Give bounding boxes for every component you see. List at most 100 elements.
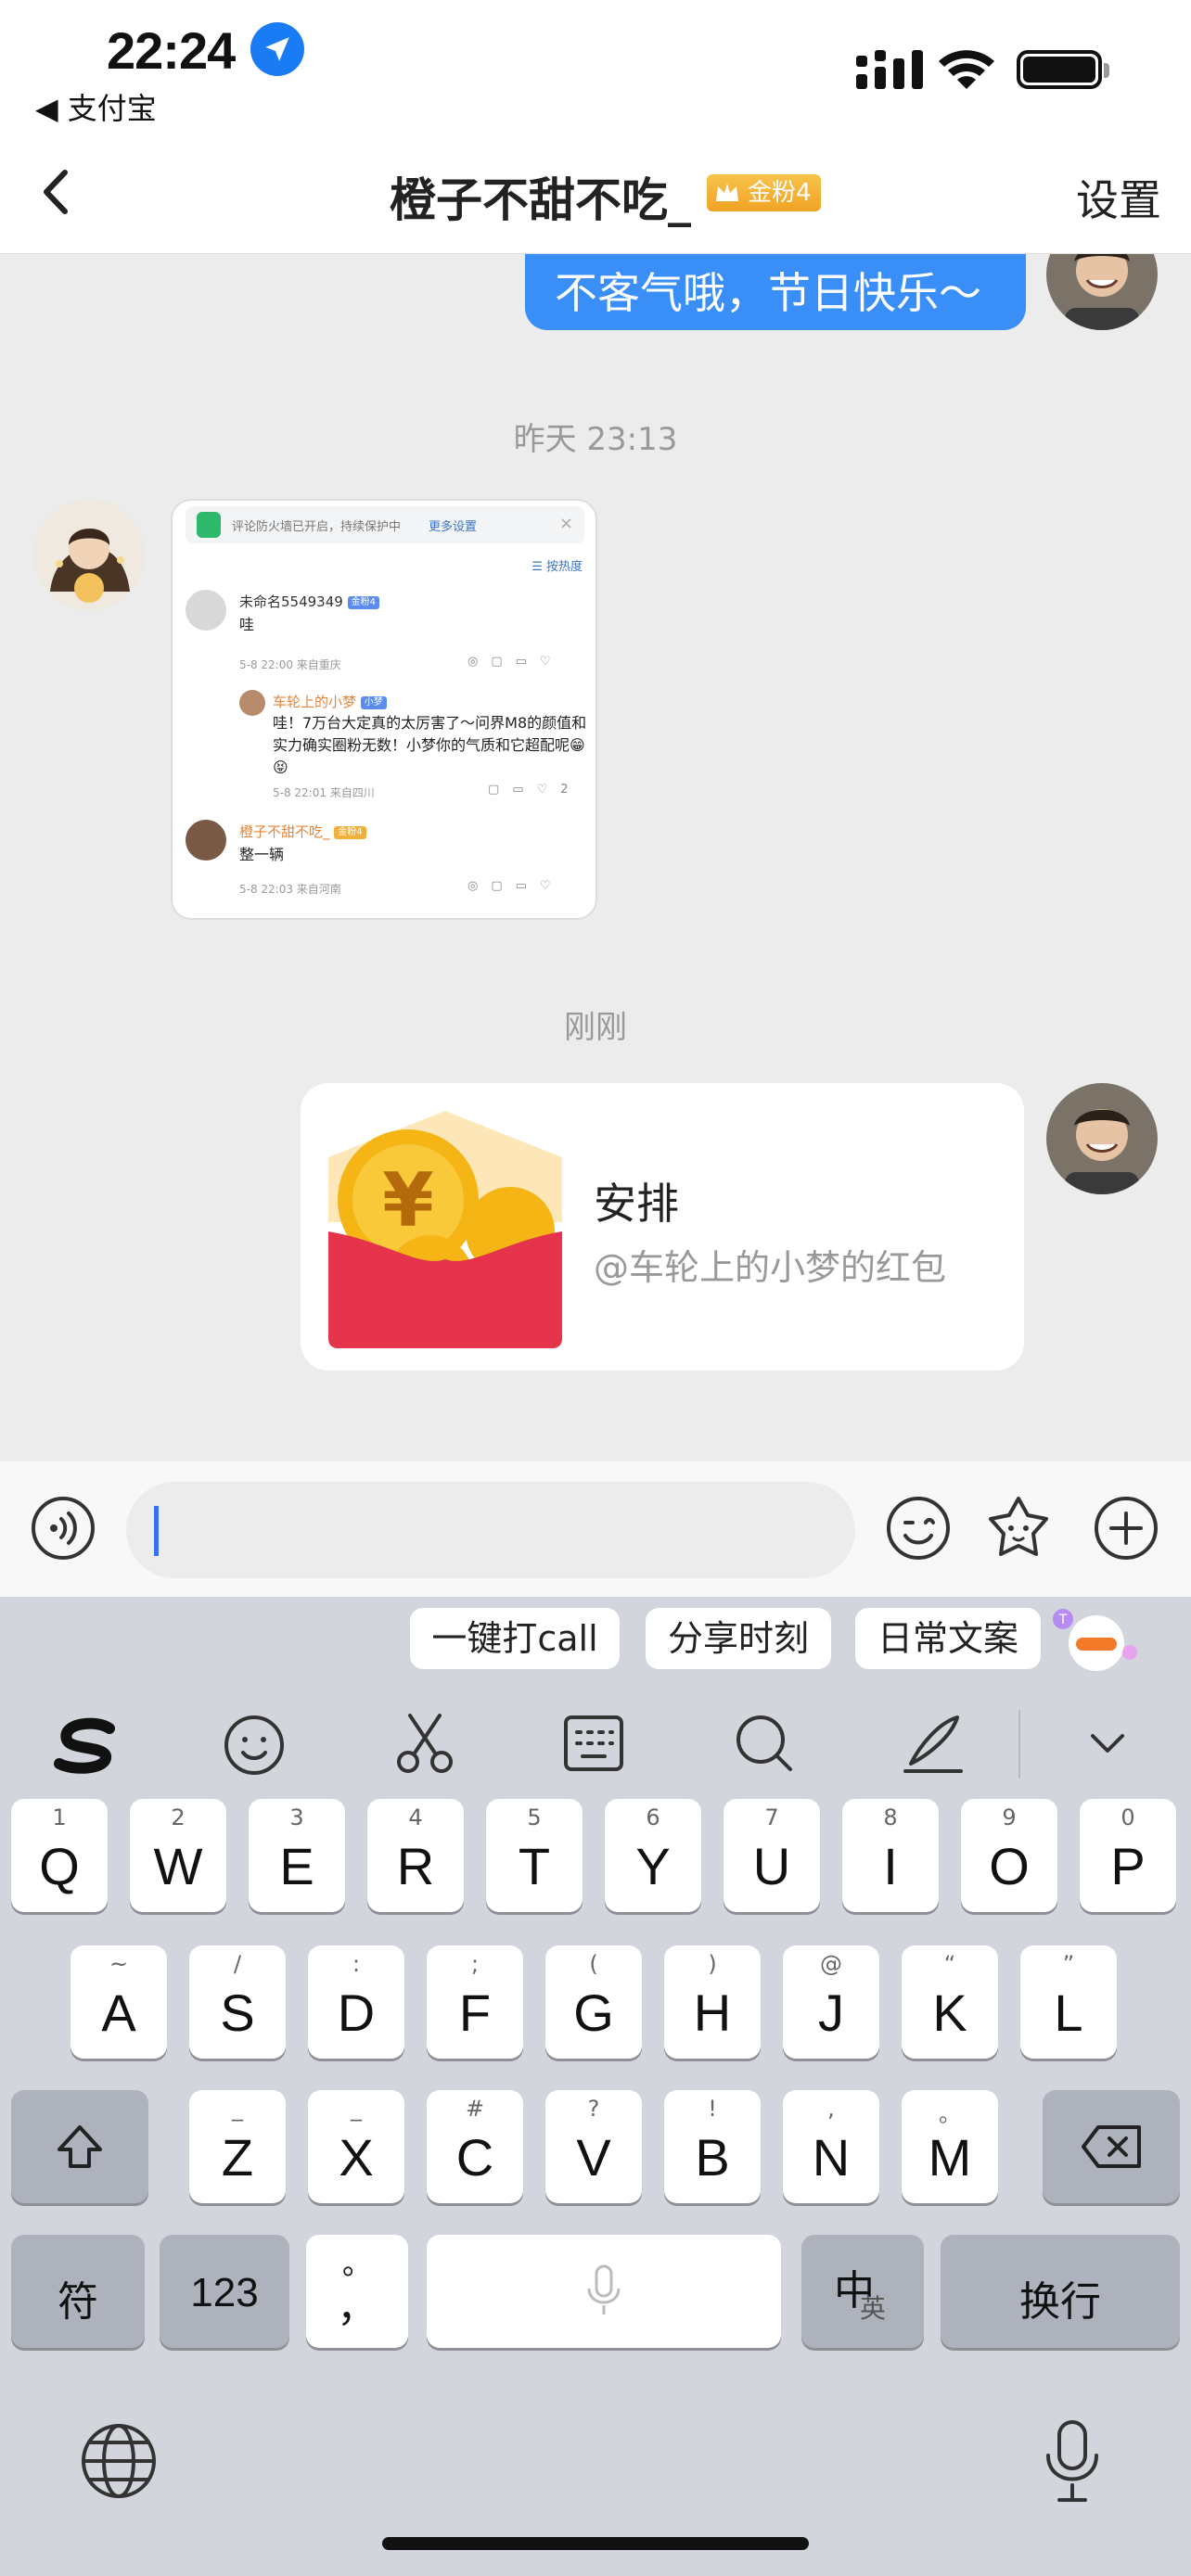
back-arrow-icon[interactable]: [28, 159, 93, 224]
message-input[interactable]: [126, 1482, 855, 1578]
my-avatar[interactable]: [1046, 1083, 1158, 1194]
key-label: M: [928, 2128, 972, 2187]
message-text: 不客气哦，节日快乐～: [555, 268, 981, 318]
handwriting-icon[interactable]: [896, 1706, 970, 1780]
mascot-icon[interactable]: T: [1048, 1602, 1141, 1677]
symbols-key[interactable]: 符: [11, 2235, 145, 2348]
key-hint: 9: [1002, 1804, 1017, 1830]
shift-key[interactable]: [11, 2090, 148, 2203]
my-avatar[interactable]: [1046, 254, 1158, 330]
voice-input-icon[interactable]: [30, 1495, 96, 1562]
chip-daily[interactable]: 日常文案: [855, 1608, 1041, 1669]
friend-avatar[interactable]: [33, 499, 145, 610]
key-l[interactable]: ” L: [1020, 1945, 1117, 2059]
battery-icon: [1017, 50, 1109, 89]
key-w[interactable]: 2W: [130, 1799, 226, 1912]
fan-level-badge: 金粉4: [707, 174, 821, 211]
comment-actions: ◎▢▭♡: [467, 655, 564, 669]
space-key[interactable]: [427, 2235, 781, 2348]
key-t[interactable]: 5T: [486, 1799, 583, 1912]
key-hint: #: [465, 2096, 485, 2122]
sticker-icon[interactable]: [985, 1495, 1052, 1562]
keyboard-layout-icon[interactable]: [557, 1706, 631, 1780]
text-cursor: [154, 1506, 159, 1556]
sent-message-bubble[interactable]: 不客气哦，节日快乐～: [525, 254, 1026, 330]
key-label: S: [220, 1983, 255, 2042]
fan-level-text: 金粉4: [748, 179, 812, 207]
key-b[interactable]: ! B: [664, 2090, 761, 2203]
red-packet-message[interactable]: ¥ 安排 @车轮上的小梦的红包: [301, 1083, 1024, 1371]
key-d[interactable]: :D: [308, 1945, 404, 2059]
key-p[interactable]: 0P: [1080, 1799, 1176, 1912]
key-s[interactable]: / S: [189, 1945, 286, 2059]
reply-text: 哇！7万台大定真的太厉害了～问界M8的颜值和实力确实圈粉无数！小梦你的气质和它超…: [273, 714, 587, 776]
key-n[interactable]: ,N: [783, 2090, 879, 2203]
key-j[interactable]: @ J: [783, 1945, 879, 2059]
key-o[interactable]: 9O: [961, 1799, 1057, 1912]
key-z[interactable]: _ Z: [189, 2090, 286, 2203]
key-i[interactable]: 8I: [842, 1799, 939, 1912]
key-k[interactable]: “K: [902, 1945, 998, 2059]
key-hint: 1: [52, 1804, 67, 1830]
chat-area[interactable]: 不客气哦，节日快乐～ 昨天 23:13 评论防火墙已开启，持续保护中 更多设置 …: [0, 254, 1191, 1461]
shield-icon: [197, 512, 221, 538]
key-label: I: [883, 1837, 898, 1895]
scissors-icon[interactable]: [388, 1706, 462, 1780]
numbers-key[interactable]: 123: [160, 2235, 289, 2348]
key-hint: 4: [408, 1804, 423, 1830]
key-e[interactable]: 3E: [249, 1799, 345, 1912]
settings-button[interactable]: 设置: [1076, 167, 1161, 228]
key-f[interactable]: ; F: [427, 1945, 523, 2059]
key-v[interactable]: ? V: [545, 2090, 642, 2203]
key-q[interactable]: 1Q: [11, 1799, 108, 1912]
key-a[interactable]: ~ A: [70, 1945, 167, 2059]
key-label: B: [695, 2128, 730, 2187]
key-hint: :: [352, 1951, 361, 1977]
home-indicator[interactable]: [382, 2537, 809, 2550]
cellular-signal-icon: [856, 50, 923, 89]
key-c[interactable]: # C: [427, 2090, 523, 2203]
status-bar: 22:24 ◀ 支付宝: [0, 0, 1191, 139]
add-icon[interactable]: [1093, 1495, 1159, 1562]
comment-text: 整一辆: [239, 846, 285, 863]
key-r[interactable]: 4R: [367, 1799, 464, 1912]
key-x[interactable]: _ X: [308, 2090, 404, 2203]
key-hint: @: [820, 1951, 842, 1977]
clock: 22:24: [107, 21, 236, 80]
shared-screenshot-image[interactable]: 评论防火墙已开启，持续保护中 更多设置 × ☰ 按热度 未命名5549349 金…: [171, 499, 597, 920]
chip-call[interactable]: 一键打call: [410, 1608, 620, 1669]
key-hint: (: [589, 1951, 598, 1977]
key-g[interactable]: (G: [545, 1945, 642, 2059]
emoji-keyboard-icon[interactable]: [217, 1706, 291, 1780]
key-label: Q: [39, 1837, 80, 1895]
key-h[interactable]: ) H: [664, 1945, 761, 2059]
key-hint: ,: [827, 2096, 835, 2122]
message-input-bar: [0, 1461, 1191, 1597]
key-u[interactable]: 7U: [724, 1799, 820, 1912]
key-label: U: [752, 1837, 791, 1895]
language-switch-key[interactable]: 中 英: [801, 2235, 924, 2348]
globe-icon[interactable]: [80, 2422, 158, 2500]
chip-share[interactable]: 分享时刻: [646, 1608, 831, 1669]
sogou-logo-icon[interactable]: [48, 1706, 122, 1780]
punctuation-key[interactable]: 。 ，: [306, 2235, 408, 2348]
crown-icon: [716, 184, 738, 201]
key-label: V: [576, 2128, 611, 2187]
key-y[interactable]: 6Y: [605, 1799, 701, 1912]
emoji-icon[interactable]: [885, 1495, 952, 1562]
comment-meta: 5-8 22:00 来自重庆: [239, 658, 341, 671]
dictation-microphone-icon[interactable]: [1043, 2418, 1102, 2504]
key-label: E: [279, 1837, 314, 1895]
chat-header: 橙子不甜不吃_ 金粉4 设置: [0, 139, 1191, 254]
back-to-app-link[interactable]: ◀ 支付宝: [35, 85, 157, 128]
delete-key[interactable]: [1043, 2090, 1180, 2203]
key-label: N: [812, 2128, 851, 2187]
key-hint: 6: [646, 1804, 660, 1830]
search-icon[interactable]: [727, 1706, 801, 1780]
key-hint: _: [232, 2096, 243, 2122]
key-m[interactable]: 。 M: [902, 2090, 998, 2203]
enter-key[interactable]: 换行: [941, 2235, 1180, 2348]
svg-text:T: T: [1058, 1613, 1068, 1627]
reply-actions: ▢▭♡2: [488, 783, 569, 797]
chevron-down-icon[interactable]: [1070, 1706, 1145, 1780]
